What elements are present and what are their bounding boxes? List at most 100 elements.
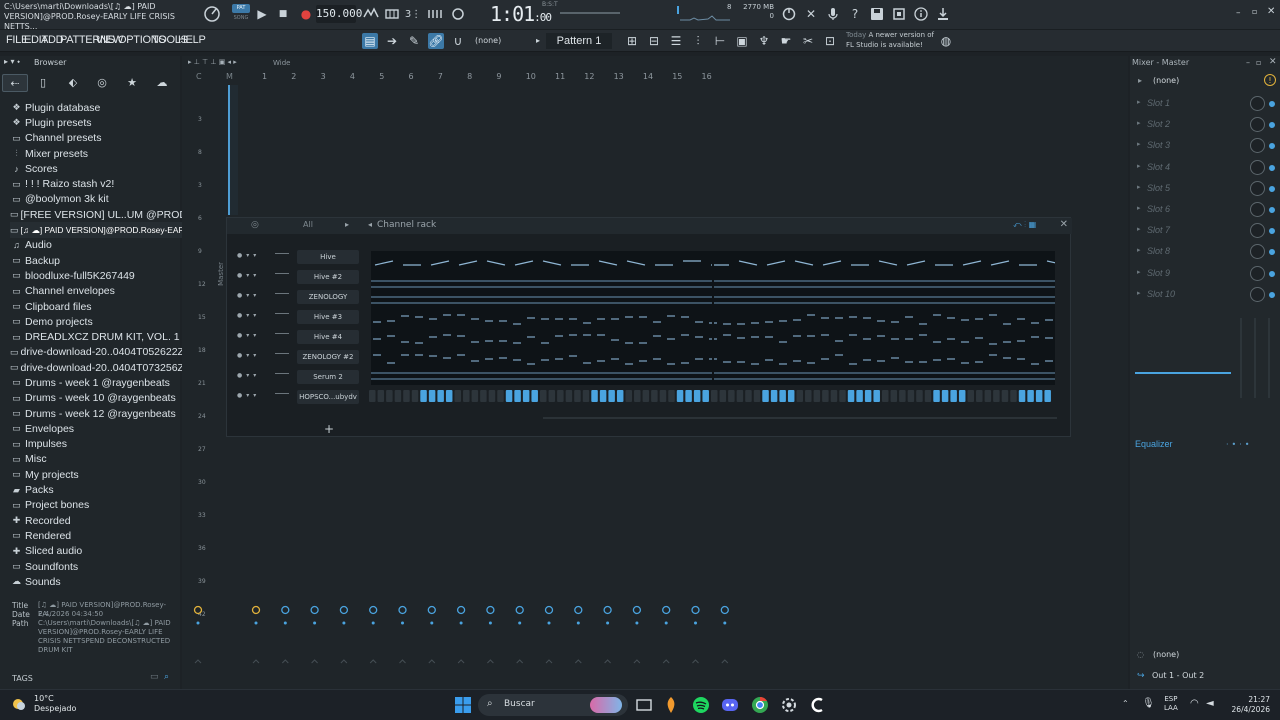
- step-button[interactable]: [882, 390, 889, 402]
- slot-arrow-icon[interactable]: ▸: [1137, 162, 1141, 170]
- plugin-icon[interactable]: [890, 6, 908, 22]
- browser-item[interactable]: ▭ drive-download-20..0404T052622Z-1-001: [10, 345, 214, 360]
- step-button[interactable]: [813, 390, 821, 402]
- tab-plugins-icon[interactable]: ⬖: [60, 74, 86, 92]
- step-button[interactable]: [693, 390, 701, 402]
- language-indicator[interactable]: ESP LAA: [1164, 695, 1178, 713]
- browser-item[interactable]: ▭ ! ! ! Raizo stash v2!: [10, 176, 180, 191]
- tab-starred-icon[interactable]: ★: [119, 74, 145, 92]
- channel-mixer-route[interactable]: [275, 253, 289, 261]
- effect-slot[interactable]: ▸ Slot 10: [1130, 285, 1280, 306]
- mixer-close-icon[interactable]: ✕: [1269, 57, 1277, 67]
- step-button[interactable]: [616, 390, 624, 402]
- plugin-picker-icon[interactable]: ♆: [756, 33, 772, 49]
- browser-item[interactable]: ❖ Plugin database: [10, 100, 180, 115]
- close-icon[interactable]: ✕: [1267, 6, 1275, 17]
- step-button[interactable]: [574, 390, 581, 402]
- step-button[interactable]: [950, 390, 957, 402]
- step-button[interactable]: [557, 390, 564, 402]
- browser-item[interactable]: ▰ Packs: [10, 482, 180, 497]
- step-button[interactable]: [907, 390, 915, 402]
- mixer-insert[interactable]: [369, 605, 378, 664]
- system-clock[interactable]: 21:27 26/4/2026: [1226, 695, 1270, 715]
- slot-enable-led[interactable]: [1269, 291, 1275, 298]
- step-button[interactable]: [976, 390, 983, 402]
- step-button[interactable]: [565, 390, 573, 402]
- windows-start-icon[interactable]: [453, 695, 473, 715]
- step-button[interactable]: [668, 390, 675, 402]
- wait-input-icon[interactable]: [383, 6, 401, 22]
- piano-roll-preview[interactable]: [371, 251, 1055, 385]
- slot-arrow-icon[interactable]: ▸: [1137, 246, 1141, 254]
- mixer-insert[interactable]: [193, 605, 203, 664]
- slot-mix-knob[interactable]: [1250, 180, 1265, 196]
- channel-controls-icon[interactable]: ●▾▾: [237, 332, 260, 339]
- mixer-insert[interactable]: [486, 605, 495, 664]
- channel-mixer-route[interactable]: [275, 373, 289, 381]
- slot-arrow-icon[interactable]: ▸: [1137, 289, 1141, 297]
- browser-item[interactable]: ▭ Channel envelopes: [10, 284, 180, 299]
- browser-item[interactable]: ♪ Scores: [10, 161, 180, 176]
- browser-item[interactable]: ▭ bloodluxe-full5K267449: [10, 268, 180, 283]
- step-button[interactable]: [454, 390, 462, 402]
- mixer-insert[interactable]: [427, 605, 436, 664]
- rack-scrollbar[interactable]: [543, 416, 1057, 420]
- effect-slot[interactable]: ▸ Slot 6: [1130, 200, 1280, 221]
- pat-mode-toggle[interactable]: PAT: [232, 4, 250, 13]
- browser-menu-icon[interactable]: ▸ ▾ ⬩: [4, 57, 20, 67]
- slot-mix-knob[interactable]: [1250, 265, 1265, 281]
- slot-enable-led[interactable]: [1269, 207, 1275, 213]
- step-button[interactable]: [420, 390, 427, 402]
- step-button[interactable]: [471, 390, 479, 402]
- slot-mix-knob[interactable]: [1250, 286, 1265, 302]
- playlist-tools-icon[interactable]: ▸ ⊥ ⊤ ⊥ ▣ ◂ ▸: [188, 58, 237, 66]
- rack-view-icon[interactable]: ⤺ ⫶ ▦: [1013, 220, 1036, 230]
- mixer-maximize-icon[interactable]: ▫: [1256, 58, 1261, 67]
- save-icon[interactable]: [868, 6, 886, 22]
- piano-roll-icon[interactable]: ⊟: [646, 33, 662, 49]
- effect-slot[interactable]: ▸ Slot 8: [1130, 242, 1280, 263]
- step-button[interactable]: [591, 390, 598, 402]
- help-icon[interactable]: ?: [846, 6, 864, 22]
- chrome-icon[interactable]: [750, 695, 770, 715]
- tray-mic-icon[interactable]: 🎙︎: [1142, 698, 1155, 709]
- effect-slot[interactable]: ▸ Slot 9: [1130, 264, 1280, 285]
- menu-help[interactable]: HELP: [178, 34, 206, 46]
- step-button[interactable]: [805, 390, 812, 402]
- mixer-output[interactable]: Out 1 - Out 2: [1152, 671, 1204, 680]
- step-button[interactable]: [1027, 390, 1034, 402]
- browser-item[interactable]: ▭ Backup: [10, 253, 180, 268]
- weather-widget[interactable]: 10°C Despejado: [34, 694, 76, 714]
- step-button[interactable]: [634, 390, 641, 402]
- info-icon[interactable]: [912, 6, 930, 22]
- step-button[interactable]: [514, 390, 521, 402]
- arrow-right-icon[interactable]: ➔: [384, 33, 400, 49]
- browser-item[interactable]: ▭ Clipboard files: [10, 299, 180, 314]
- step-button[interactable]: [779, 390, 786, 402]
- step-button[interactable]: [796, 390, 804, 402]
- step-button[interactable]: [993, 390, 1000, 402]
- step-button[interactable]: [608, 390, 615, 402]
- tray-chevron-icon[interactable]: ⌃: [1122, 699, 1129, 708]
- stop-icon[interactable]: ■: [274, 6, 292, 22]
- countdown-icon[interactable]: 3⋮: [404, 6, 422, 22]
- step-button[interactable]: [377, 390, 385, 402]
- fl-studio-icon[interactable]: [661, 695, 681, 715]
- step-button[interactable]: [488, 390, 496, 402]
- step-button[interactable]: [822, 390, 829, 402]
- browser-item[interactable]: ▭ Envelopes: [10, 421, 180, 436]
- mixer-insert[interactable]: [515, 605, 524, 664]
- slot-enable-led[interactable]: [1269, 164, 1275, 171]
- step-button[interactable]: [625, 390, 633, 402]
- channel-name-button[interactable]: Serum 2: [297, 370, 359, 384]
- channel-controls-icon[interactable]: ●▾▾: [237, 272, 260, 279]
- step-button[interactable]: [753, 390, 761, 402]
- slot-arrow-icon[interactable]: ▸: [1137, 225, 1141, 233]
- channel-mixer-route[interactable]: [275, 333, 289, 341]
- mixer-insert[interactable]: [603, 605, 612, 664]
- browser-item[interactable]: ▭ Drums - week 10 @raygenbeats: [10, 391, 180, 406]
- rack-back-icon[interactable]: ◂: [368, 220, 372, 229]
- browser-item[interactable]: ♫ Audio: [10, 238, 180, 253]
- channel-name-button[interactable]: Hive #4: [297, 330, 359, 344]
- slot-mix-knob[interactable]: [1250, 117, 1265, 133]
